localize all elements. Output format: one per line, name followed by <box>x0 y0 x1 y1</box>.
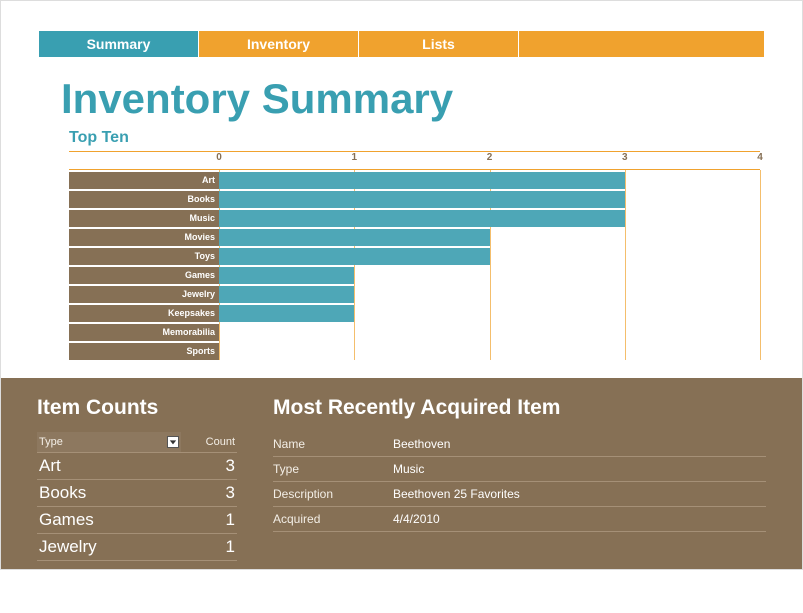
chart-tick: 0 <box>216 152 222 163</box>
chart-bar-label: Keepsakes <box>69 305 219 322</box>
chart-bar-row: Music <box>69 210 760 227</box>
sort-descending-icon[interactable] <box>167 436 179 448</box>
chart-bar-row: Games <box>69 267 760 284</box>
item-counts-count: 1 <box>181 507 237 533</box>
chart-tick: 3 <box>622 152 628 163</box>
header-type-label: Type <box>39 436 63 448</box>
chart-bar-row: Movies <box>69 229 760 246</box>
chart-bar-label: Music <box>69 210 219 227</box>
chart-bar-label: Jewelry <box>69 286 219 303</box>
chart-bar-label: Sports <box>69 343 219 360</box>
item-counts-header-type[interactable]: Type <box>37 432 181 452</box>
recent-row-description: Description Beethoven 25 Favorites <box>273 482 766 507</box>
bottom-panel: Item Counts Type Count Art3Books3Games1J… <box>1 378 802 569</box>
chart-bar-label: Movies <box>69 229 219 246</box>
chart-bar <box>219 191 625 208</box>
page-title: Inventory Summary <box>61 75 802 123</box>
recent-label-type: Type <box>273 462 393 476</box>
item-counts-type: Games <box>37 507 181 533</box>
top-ten-chart: 0 1 2 3 4 Art Books Music Movies Toys Games Jewelr… <box>69 151 760 360</box>
recent-label-name: Name <box>273 437 393 451</box>
item-counts-count: 3 <box>181 480 237 506</box>
chart-area: Art Books Music Movies Toys Games Jewelry Keeps… <box>69 170 760 360</box>
chart-bar <box>219 267 354 284</box>
chart-bar <box>219 229 490 246</box>
tab-lists[interactable]: Lists <box>359 31 519 57</box>
chart-bar-label: Toys <box>69 248 219 265</box>
tab-bar: Summary Inventory Lists <box>39 31 764 57</box>
chart-tick: 2 <box>487 152 493 163</box>
chart-x-axis: 0 1 2 3 4 <box>69 152 760 170</box>
table-row: Books3 <box>37 480 237 507</box>
item-counts-type: Jewelry <box>37 534 181 560</box>
recent-value-description: Beethoven 25 Favorites <box>393 487 766 501</box>
chart-bar <box>219 172 625 189</box>
chart-bar-row: Books <box>69 191 760 208</box>
item-counts-header-count[interactable]: Count <box>181 432 237 452</box>
recent-value-type: Music <box>393 462 766 476</box>
chart-bar-row: Art <box>69 172 760 189</box>
item-counts-title: Item Counts <box>37 396 237 420</box>
recent-value-acquired: 4/4/2010 <box>393 512 766 526</box>
chart-bar <box>219 305 354 322</box>
chart-tick: 1 <box>351 152 357 163</box>
tab-summary[interactable]: Summary <box>39 31 199 57</box>
item-counts-type: Art <box>37 453 181 479</box>
chart-tick: 4 <box>757 152 763 163</box>
item-counts-header: Type Count <box>37 432 237 453</box>
recent-row-type: Type Music <box>273 457 766 482</box>
chart-bar-label: Books <box>69 191 219 208</box>
tab-inventory[interactable]: Inventory <box>199 31 359 57</box>
chart-title: Top Ten <box>69 129 802 147</box>
recent-row-name: Name Beethoven <box>273 432 766 457</box>
chart-bar-row: Memorabilia <box>69 324 760 341</box>
recent-item-panel: Most Recently Acquired Item Name Beethov… <box>273 396 766 561</box>
recent-value-name: Beethoven <box>393 437 766 451</box>
recent-label-description: Description <box>273 487 393 501</box>
chart-bar-label: Games <box>69 267 219 284</box>
table-row: Games1 <box>37 507 237 534</box>
chart-bar-row: Jewelry <box>69 286 760 303</box>
chart-bar <box>219 248 490 265</box>
item-counts-type: Books <box>37 480 181 506</box>
chart-bar-row: Sports <box>69 343 760 360</box>
recent-label-acquired: Acquired <box>273 512 393 526</box>
chart-bar-row: Toys <box>69 248 760 265</box>
item-counts-count: 1 <box>181 534 237 560</box>
recent-row-acquired: Acquired 4/4/2010 <box>273 507 766 532</box>
tab-filler <box>519 31 764 57</box>
chart-bar <box>219 210 625 227</box>
table-row: Art3 <box>37 453 237 480</box>
chart-bar-label: Art <box>69 172 219 189</box>
table-row: Jewelry1 <box>37 534 237 561</box>
chart-bar-row: Keepsakes <box>69 305 760 322</box>
recent-item-title: Most Recently Acquired Item <box>273 396 766 420</box>
chart-bar-label: Memorabilia <box>69 324 219 341</box>
item-counts-panel: Item Counts Type Count Art3Books3Games1J… <box>37 396 237 561</box>
item-counts-count: 3 <box>181 453 237 479</box>
chart-bar <box>219 286 354 303</box>
